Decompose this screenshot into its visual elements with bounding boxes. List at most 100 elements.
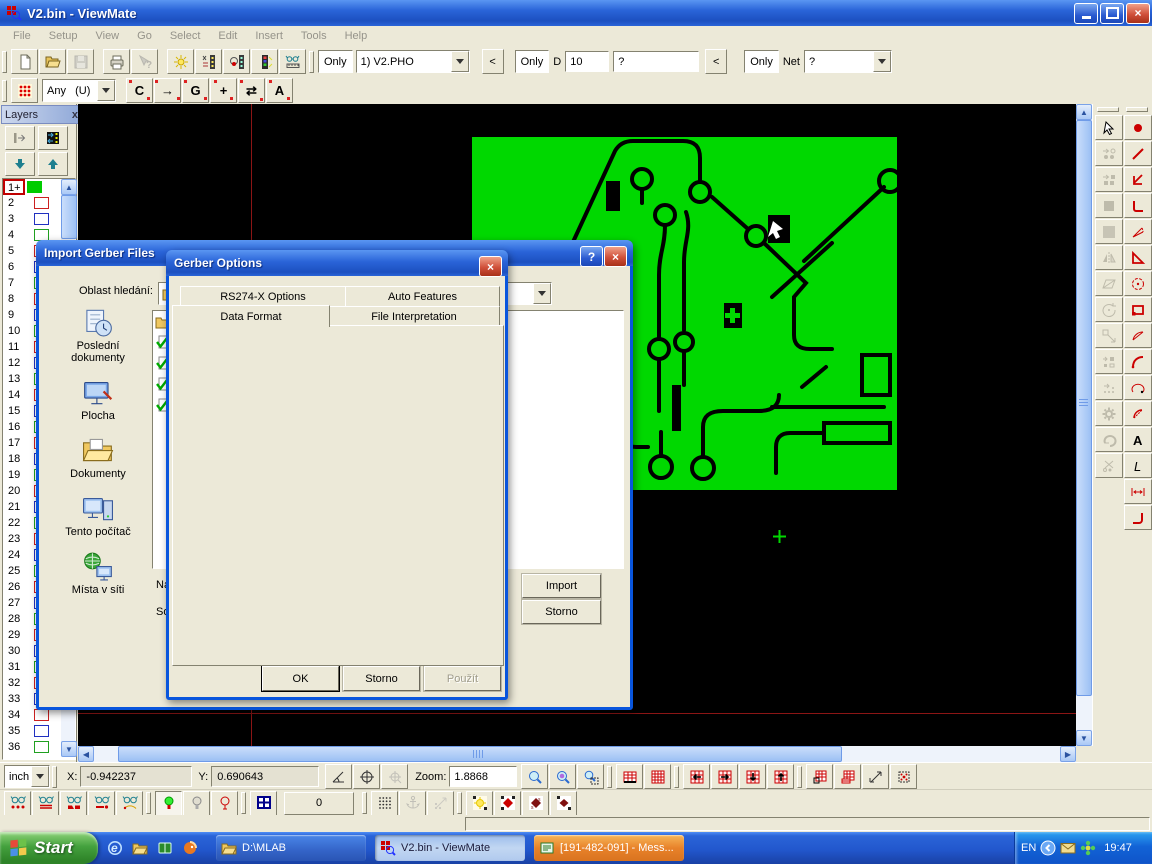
quad-view-button[interactable] <box>250 791 277 816</box>
view-lines-button[interactable] <box>32 791 59 816</box>
layer-color-swatch[interactable] <box>34 197 49 209</box>
relative-origin-button[interactable] <box>381 764 408 789</box>
copy-to-pad-button[interactable] <box>1095 167 1123 192</box>
menu-help[interactable]: Help <box>336 28 377 44</box>
arc-chord-button[interactable] <box>1124 323 1152 348</box>
palette-grip[interactable] <box>1097 107 1119 112</box>
menu-setup[interactable]: Setup <box>40 28 87 44</box>
cancel-button[interactable]: Storno <box>343 666 420 691</box>
taskbar-task-2[interactable]: V2.bin - ViewMate <box>375 835 525 861</box>
lamp-off-button[interactable] <box>183 791 210 816</box>
resize-diag-button[interactable] <box>862 764 889 789</box>
view-draw-button[interactable] <box>88 791 115 816</box>
zoom-grid-button[interactable] <box>549 764 576 789</box>
layer-select[interactable]: 1) V2.PHO <box>356 50 470 73</box>
pan-right-button[interactable] <box>711 764 738 789</box>
menu-view[interactable]: View <box>86 28 128 44</box>
toolbar-grip[interactable] <box>2 80 7 102</box>
grid-merge-button[interactable] <box>834 764 861 789</box>
look-in-arrow[interactable] <box>533 283 551 304</box>
step-repeat-button[interactable] <box>1095 349 1123 374</box>
tab-auto-features[interactable]: Auto Features <box>345 286 500 308</box>
scrollbar-thumb[interactable] <box>61 195 77 239</box>
scroll-up-icon[interactable]: ▲ <box>61 179 77 195</box>
pan-up-button[interactable] <box>767 764 794 789</box>
circle-center-button[interactable] <box>1124 271 1152 296</box>
layer-color-swatch[interactable] <box>34 725 49 737</box>
scroll-left-icon[interactable]: ◀ <box>78 746 94 762</box>
menu-edit[interactable]: Edit <box>209 28 246 44</box>
language-indicator[interactable]: EN <box>1021 842 1036 854</box>
rotate-button[interactable] <box>1095 297 1123 322</box>
only-dcode-toggle[interactable]: Only <box>515 50 550 73</box>
book-button[interactable] <box>156 839 174 857</box>
dcode-a-button[interactable]: A <box>266 78 293 103</box>
layer-color-swatch[interactable] <box>27 181 42 193</box>
lamp-on-button[interactable] <box>155 791 182 816</box>
toolbar-grip[interactable] <box>2 51 7 73</box>
flash-dark-button[interactable] <box>550 791 577 816</box>
dot-grid-button[interactable] <box>371 791 398 816</box>
lamp-outline-button[interactable] <box>211 791 238 816</box>
menu-insert[interactable]: Insert <box>246 28 292 44</box>
new-file-button[interactable] <box>11 49 38 74</box>
place-desktop[interactable]: Plocha <box>46 377 150 422</box>
import-button[interactable]: Import <box>522 574 601 598</box>
draw-polyline-button[interactable] <box>1124 167 1152 192</box>
toolbar-grip[interactable] <box>607 766 612 788</box>
firefox-button[interactable] <box>181 839 199 857</box>
select-cursor-button[interactable] <box>1095 115 1123 140</box>
layer-select-arrow[interactable] <box>451 51 469 72</box>
cut-group-button[interactable] <box>1095 453 1123 478</box>
settings-gear-button[interactable] <box>1095 401 1123 426</box>
filled-square-2-button[interactable] <box>1095 219 1123 244</box>
tray-mail-icon[interactable] <box>1060 840 1076 856</box>
toolbar-grip[interactable] <box>362 792 367 814</box>
dim-width-button[interactable] <box>1124 479 1152 504</box>
layers-panel-header[interactable]: Layers x <box>1 105 82 124</box>
ie-button[interactable]: e <box>106 839 124 857</box>
layer-down-button[interactable] <box>5 152 35 176</box>
film-measure-button[interactable] <box>195 49 222 74</box>
toolbar-grip[interactable] <box>674 766 679 788</box>
toolbar-grip[interactable] <box>797 766 802 788</box>
scroll-up-icon[interactable]: ▲ <box>1076 104 1092 120</box>
scroll-down-icon[interactable]: ▼ <box>1076 730 1092 746</box>
unit-select[interactable]: inch <box>4 765 50 788</box>
move-to-pad-button[interactable] <box>1095 141 1123 166</box>
layer-up-button[interactable] <box>38 152 68 176</box>
dialog-help-button[interactable]: ? <box>580 246 603 267</box>
pan-down-button[interactable] <box>739 764 766 789</box>
print-button[interactable] <box>103 49 130 74</box>
glasses-ruler-button[interactable] <box>279 49 306 74</box>
only-layer-toggle[interactable]: Only <box>318 50 353 73</box>
horizontal-scrollbar[interactable]: ◀ ▶ <box>78 746 1076 762</box>
apply-button[interactable]: Použít <box>424 666 501 691</box>
folder-quick-button[interactable] <box>131 839 149 857</box>
tray-chevron-icon[interactable] <box>1040 840 1056 856</box>
pad-dot-button[interactable] <box>1124 115 1152 140</box>
scroll-right-icon[interactable]: ▶ <box>1060 746 1076 762</box>
dcode-draw-button[interactable]: → <box>154 78 181 103</box>
corner-j-button[interactable] <box>1124 505 1152 530</box>
flash-s-button[interactable]: ss <box>522 791 549 816</box>
place-my-computer[interactable]: Tento počítač <box>46 493 150 538</box>
draw-rectangle-button[interactable] <box>1124 297 1152 322</box>
dim-length-button[interactable]: L <box>1124 453 1152 478</box>
net-select-arrow[interactable] <box>873 51 891 72</box>
view-sketch-button[interactable] <box>116 791 143 816</box>
net-select[interactable]: ? <box>804 50 892 73</box>
arc-fan-button[interactable] <box>1124 219 1152 244</box>
flash-pad-button[interactable] <box>494 791 521 816</box>
view-dots-button[interactable] <box>4 791 31 816</box>
pan-left-button[interactable] <box>683 764 710 789</box>
scrollbar-thumb[interactable] <box>1076 120 1092 696</box>
view-flash-button[interactable] <box>60 791 87 816</box>
taskbar-task-1[interactable]: D:\MLAB <box>216 835 366 861</box>
angle-measure-button[interactable] <box>325 764 352 789</box>
origin-crosshair-button[interactable] <box>353 764 380 789</box>
toolbar-grip[interactable] <box>146 792 151 814</box>
cancel-button[interactable]: Storno <box>522 600 601 624</box>
aperture-filter-arrow[interactable] <box>97 80 115 101</box>
arc-small-button[interactable] <box>1124 401 1152 426</box>
